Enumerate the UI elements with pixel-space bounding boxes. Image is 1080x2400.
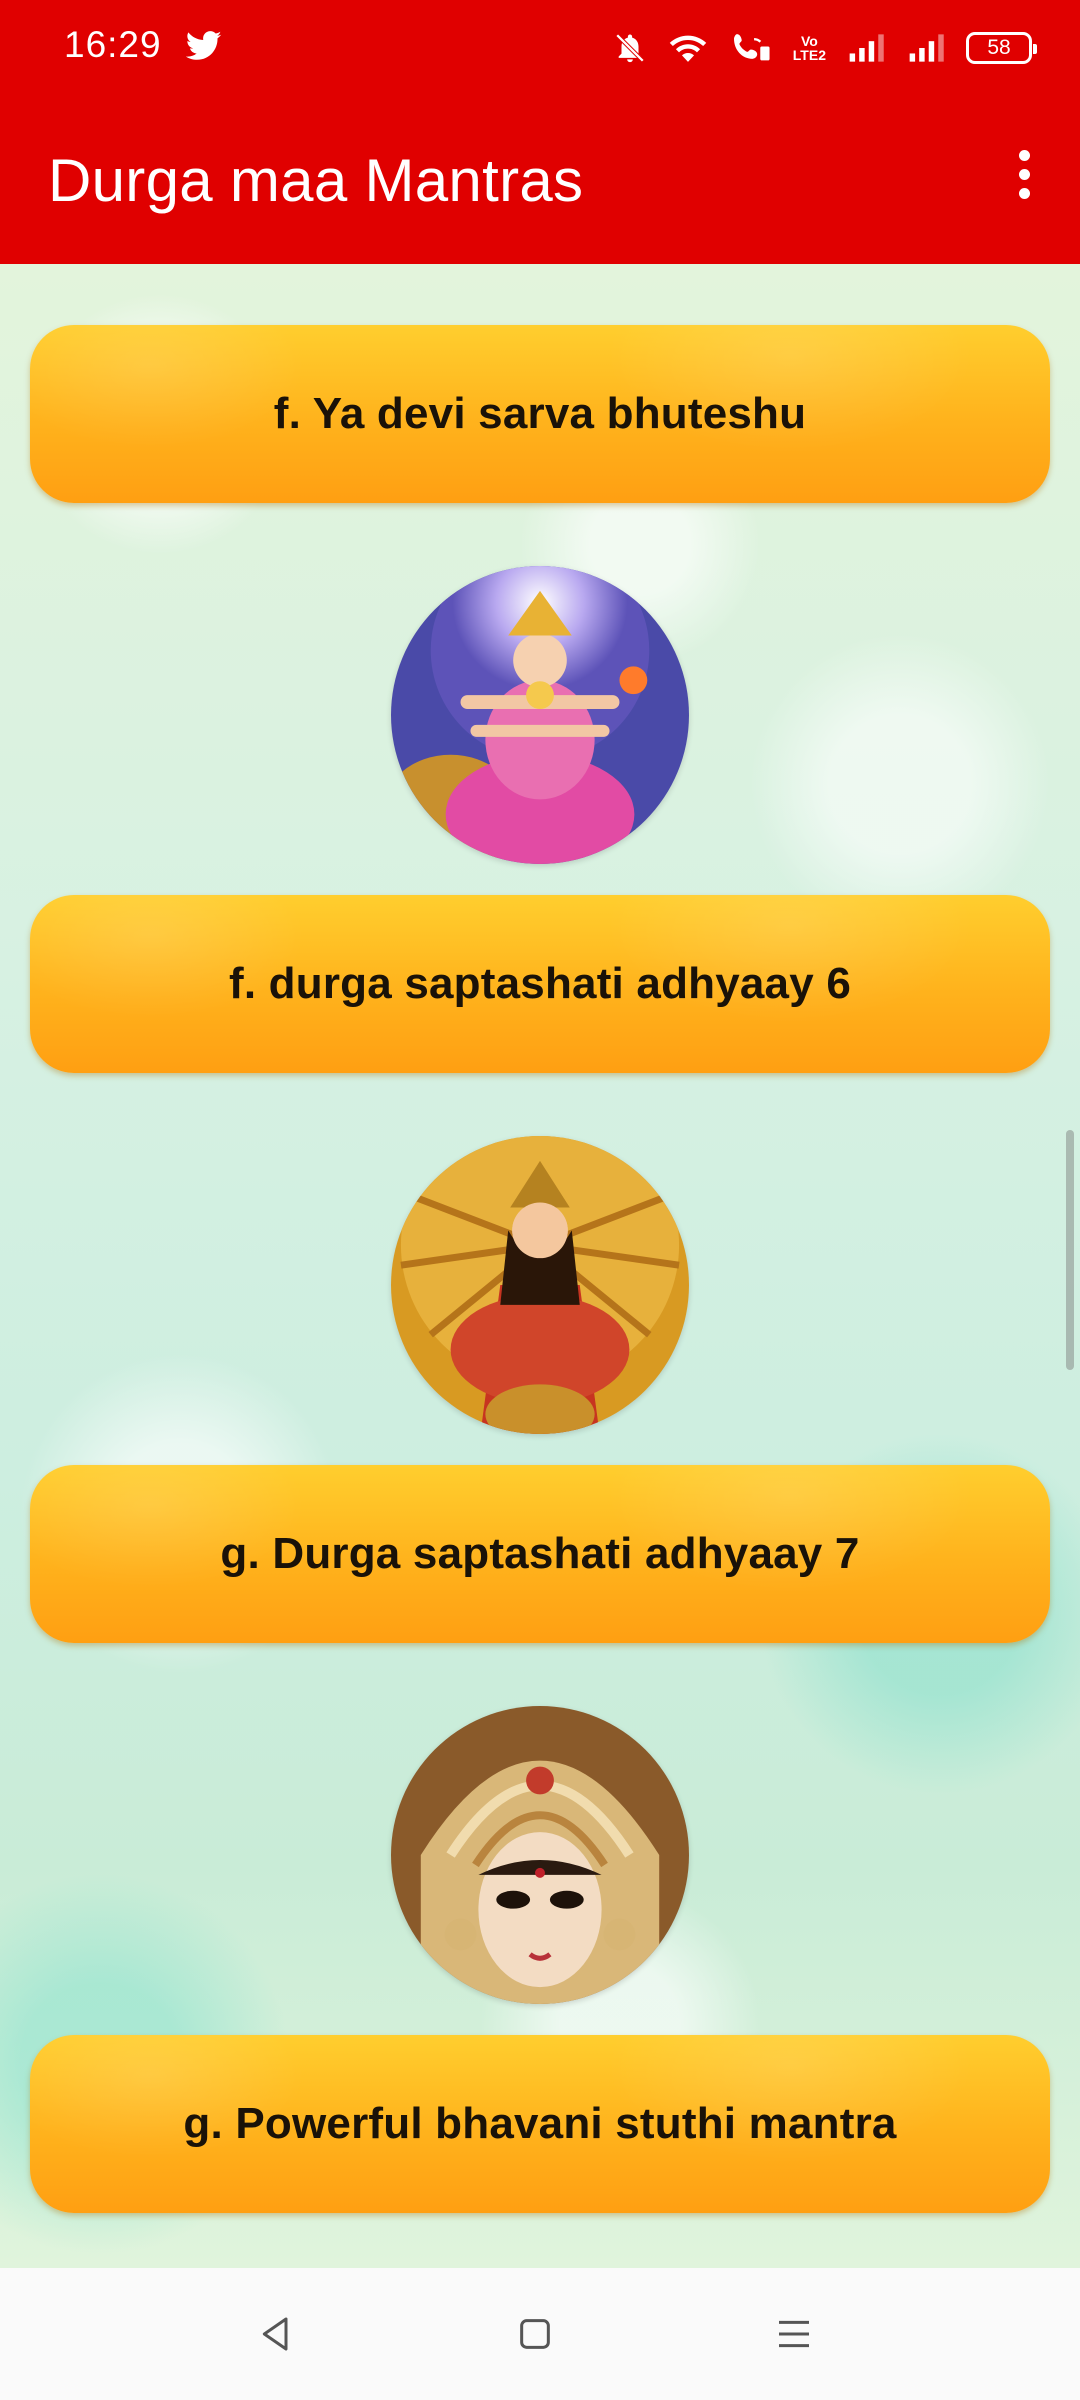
mantra-button[interactable]: g. Durga saptashati adhyaay 7 (30, 1465, 1050, 1643)
battery-level: 58 (987, 36, 1011, 59)
app-bar: Durga maa Mantras (0, 96, 1080, 264)
mantra-label: g. Durga saptashati adhyaay 7 (220, 1529, 860, 1578)
mantra-label: f. Ya devi sarva bhuteshu (273, 389, 807, 438)
status-time: 16:29 (64, 24, 162, 65)
battery-icon: 58 (966, 32, 1037, 64)
durga-image[interactable] (391, 1706, 689, 2004)
durga-image[interactable] (391, 566, 689, 864)
mute-icon (615, 33, 645, 63)
mantra-label: g. Powerful bhavani stuthi mantra (183, 2099, 897, 2148)
status-bar: 16:29 Vo LTE2 58 (0, 0, 1080, 96)
mantra-button[interactable]: g. Powerful bhavani stuthi mantra (30, 2035, 1050, 2213)
home-icon[interactable] (505, 2304, 565, 2364)
overflow-menu-icon[interactable] (992, 142, 1056, 206)
signal-icon (849, 34, 884, 62)
menu-icon[interactable] (764, 2304, 824, 2364)
twitter-icon (186, 31, 222, 60)
mantra-button[interactable]: f. durga saptashati adhyaay 6 (30, 895, 1050, 1073)
scrollbar[interactable] (1066, 1130, 1074, 1370)
signal-icon (909, 34, 944, 62)
wifi-calling-icon (733, 34, 770, 61)
volte-label-bottom: LTE2 (792, 47, 826, 63)
durga-image[interactable] (391, 1136, 689, 1434)
volte-icon: Vo LTE2 (793, 34, 826, 62)
navigation-bar (0, 2268, 1080, 2400)
mantra-label: f. durga saptashati adhyaay 6 (228, 959, 851, 1008)
mantra-button[interactable]: f. Ya devi sarva bhuteshu (30, 325, 1050, 503)
app-title: Durga maa Mantras (48, 147, 584, 214)
volte-label-top: Vo (800, 33, 818, 49)
status-icons: Vo LTE2 58 (613, 26, 1037, 70)
wifi-icon (669, 35, 707, 62)
mantra-list[interactable]: f. Ya devi sarva bhuteshu f. durga sapta… (0, 264, 1080, 2268)
back-icon[interactable] (246, 2304, 306, 2364)
